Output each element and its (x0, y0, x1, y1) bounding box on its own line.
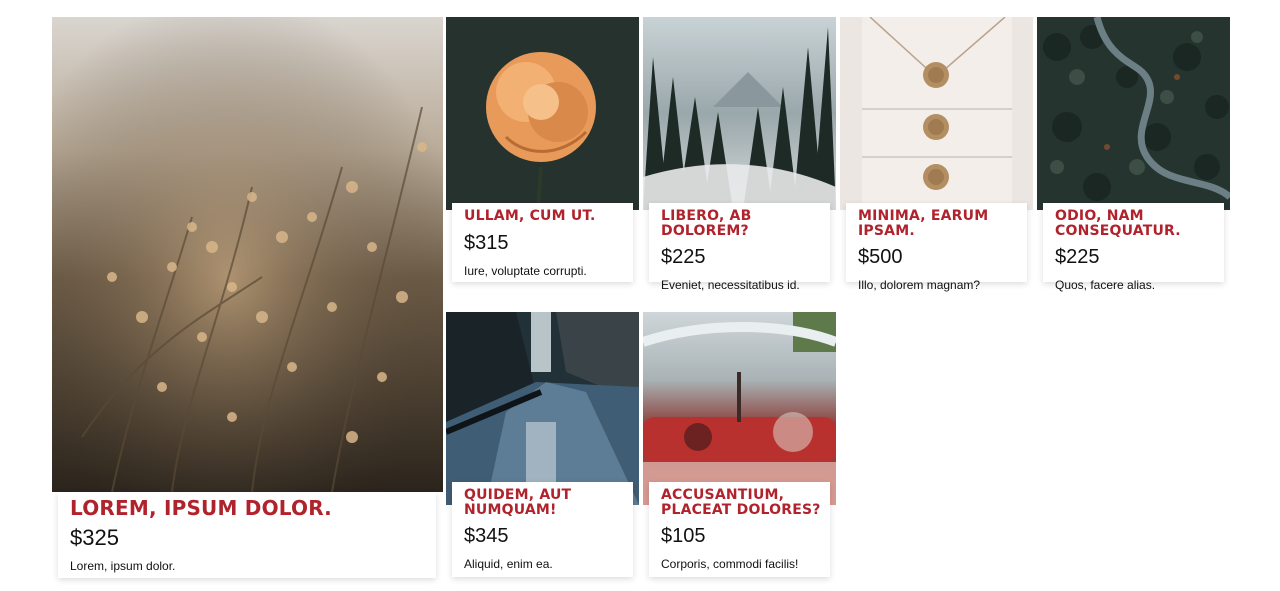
product-price: $315 (464, 231, 509, 254)
product-description: Illo, dolorem magnam? (858, 278, 981, 293)
orange-rose-photo[interactable] (446, 17, 639, 210)
product-price: $225 (1055, 246, 1100, 269)
product-title[interactable]: Lorem, ipsum dolor. (70, 498, 428, 519)
product-description: Aliquid, enim ea. (464, 557, 553, 572)
product-price: $500 (858, 246, 903, 269)
product-card[interactable]: Minima, earum ipsam. $500 Illo, dolorem … (840, 17, 1033, 292)
product-card[interactable]: Odio, nam consequatur. $225 Quos, facere… (1037, 17, 1230, 292)
product-title[interactable]: Odio, nam consequatur. (1055, 209, 1216, 239)
product-info-panel: Minima, earum ipsam. $500 Illo, dolorem … (846, 203, 1027, 292)
product-info-panel: Odio, nam consequatur. $225 Quos, facere… (1043, 203, 1224, 292)
aerial-forest-road-photo[interactable] (1037, 17, 1230, 210)
product-info-panel: Libero, ab dolorem? $225 Eveniet, necess… (649, 203, 830, 292)
product-card[interactable]: Accusantium, placeat dolores? $105 Corpo… (643, 312, 836, 578)
product-price: $325 (70, 525, 119, 550)
product-description: Iure, voluptate corrupti. (464, 263, 587, 278)
product-title[interactable]: Libero, ab dolorem? (661, 209, 822, 239)
product-info-panel: Accusantium, placeat dolores? $105 Corpo… (649, 482, 830, 577)
product-description: Quos, facere alias. (1055, 278, 1156, 293)
product-info-panel: Lorem, ipsum dolor. $325 Lorem, ipsum do… (58, 492, 436, 578)
product-description: Corporis, commodi facilis! (661, 557, 799, 572)
product-title[interactable]: Ullam, cum ut. (464, 209, 625, 224)
snowy-forest-photo[interactable] (643, 17, 836, 210)
dried-wildflowers-photo[interactable] (52, 17, 443, 492)
product-card[interactable]: Libero, ab dolorem? $225 Eveniet, necess… (643, 17, 836, 292)
product-title[interactable]: Minima, earum ipsam. (858, 209, 1019, 239)
wax-seal-envelopes-photo[interactable] (840, 17, 1033, 210)
product-card[interactable]: Ullam, cum ut. $315 Iure, voluptate corr… (446, 17, 639, 283)
product-card-featured[interactable]: Lorem, ipsum dolor. $325 Lorem, ipsum do… (52, 17, 443, 579)
product-info-panel: Quidem, aut numquam! $345 Aliquid, enim … (452, 482, 633, 577)
product-title[interactable]: Accusantium, placeat dolores? (661, 488, 822, 518)
product-card[interactable]: Quidem, aut numquam! $345 Aliquid, enim … (446, 312, 639, 578)
product-info-panel: Ullam, cum ut. $315 Iure, voluptate corr… (452, 203, 633, 282)
vintage-car-dashboard-photo[interactable] (643, 312, 836, 505)
product-price: $105 (661, 525, 706, 548)
product-description: Eveniet, necessitatibus id. (661, 278, 800, 293)
product-description: Lorem, ipsum dolor. (70, 559, 176, 573)
wet-city-street-photo[interactable] (446, 312, 639, 505)
product-price: $345 (464, 525, 509, 548)
product-price: $225 (661, 246, 706, 269)
product-title[interactable]: Quidem, aut numquam! (464, 488, 625, 518)
